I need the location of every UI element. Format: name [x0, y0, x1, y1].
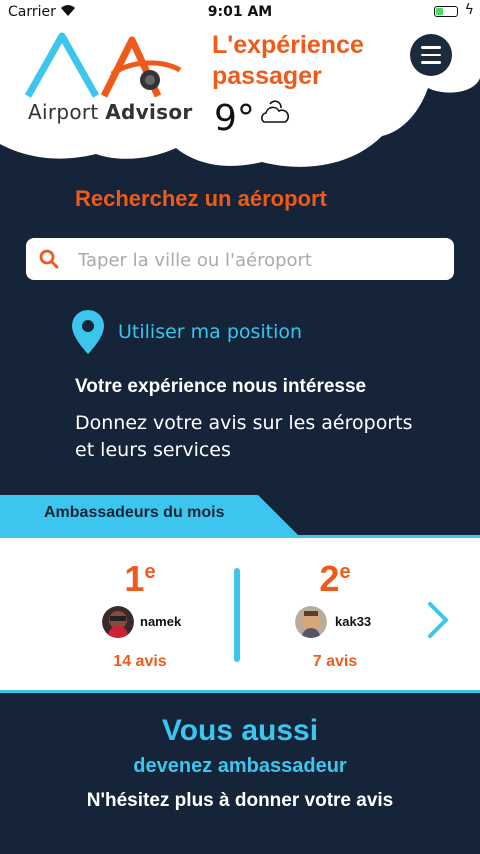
location-pin-icon [72, 310, 104, 354]
search-title: Recherchez un aéroport [75, 186, 327, 211]
rank-number: 1 [124, 558, 145, 599]
ambassador-rank: 1e [70, 558, 210, 600]
ambassador-reviews: 7 avis [312, 653, 358, 670]
cta-text: N'hésitez plus à donner votre avis [86, 790, 394, 811]
avatar [102, 606, 134, 638]
use-location-button[interactable]: Utiliser ma position [72, 310, 302, 354]
ambassadors-divider [234, 568, 240, 662]
rank-suffix: e [339, 561, 351, 583]
tagline: L'expérience passager [212, 30, 364, 92]
status-bar: Carrier 9:01 AM ϟ [0, 0, 480, 24]
partly-cloudy-icon [261, 100, 290, 123]
rank-suffix: e [144, 561, 156, 583]
menu-icon-bar [421, 53, 441, 57]
ambassadors-heading: Ambassadeurs du mois [44, 504, 225, 521]
ambassador-reviews: 14 avis [113, 653, 167, 670]
ambassador-username: kak33 [335, 614, 372, 629]
search-box[interactable] [26, 238, 454, 282]
hamburger-menu-button[interactable] [410, 34, 452, 76]
battery-icon [434, 6, 458, 17]
ambassador-card-2[interactable]: 2e kak33 7 avis [265, 538, 405, 690]
airport-advisor-logo-icon [24, 32, 182, 98]
rank-number: 2 [319, 558, 340, 599]
experience-description: Donnez votre avis sur les aéroports et l… [75, 412, 413, 461]
temperature: 9° [214, 98, 255, 139]
menu-icon-bar [421, 46, 441, 49]
experience-title: Votre expérience nous intéresse [75, 376, 367, 397]
charging-icon: ϟ [464, 2, 474, 18]
ambassador-card-1[interactable]: 1e namek 14 avis [70, 538, 210, 690]
ambassador-username: namek [140, 614, 182, 629]
tagline-line2: passager [212, 62, 322, 90]
ambassadors-tab: Ambassadeurs du mois [0, 495, 300, 537]
search-icon [39, 249, 59, 269]
search-input[interactable] [76, 238, 450, 282]
logo-word-advisor: Advisor [105, 100, 193, 124]
avatar [295, 606, 327, 638]
clock: 9:01 AM [207, 4, 273, 20]
divider-line [0, 690, 480, 693]
tagline-line1: L'expérience [212, 31, 364, 59]
cta-subtitle: devenez ambassadeur [133, 755, 347, 777]
ambassador-rank: 2e [265, 558, 405, 600]
ambassadors-panel: 1e namek 14 avis 2e kak33 7 avis [0, 538, 480, 690]
logo-wordmark: Airport Advisor [28, 100, 193, 124]
chevron-right-icon[interactable] [426, 600, 450, 640]
cta-title: Vous aussi [161, 714, 319, 747]
logo-word-airport: Airport [28, 100, 99, 124]
use-location-label: Utiliser ma position [118, 321, 303, 343]
menu-icon-bar [421, 61, 441, 64]
